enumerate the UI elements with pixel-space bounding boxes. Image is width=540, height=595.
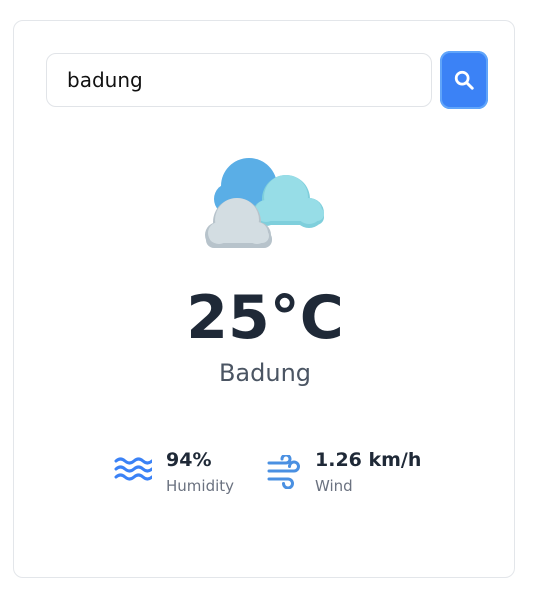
- humidity-stat: 94% Humidity: [114, 449, 244, 499]
- wind-value: 1.26 km/h: [315, 449, 422, 471]
- weather-card: 25°C Badung 94% Humidity 1.26 km/h Wind: [13, 20, 515, 578]
- search-bar: [46, 51, 489, 111]
- humidity-value: 94%: [166, 449, 212, 471]
- search-icon: [454, 70, 474, 90]
- wind-stat: 1.26 km/h Wind: [266, 449, 436, 499]
- humidity-label: Humidity: [166, 477, 235, 495]
- clouds-icon: [205, 158, 324, 248]
- search-button[interactable]: [440, 51, 488, 109]
- search-input[interactable]: [46, 53, 432, 107]
- temperature: 25°C: [186, 283, 344, 353]
- wind-icon: [267, 455, 300, 489]
- city-name: Badung: [218, 359, 312, 387]
- wind-label: Wind: [315, 477, 353, 495]
- humidity-waves-icon: [114, 457, 152, 481]
